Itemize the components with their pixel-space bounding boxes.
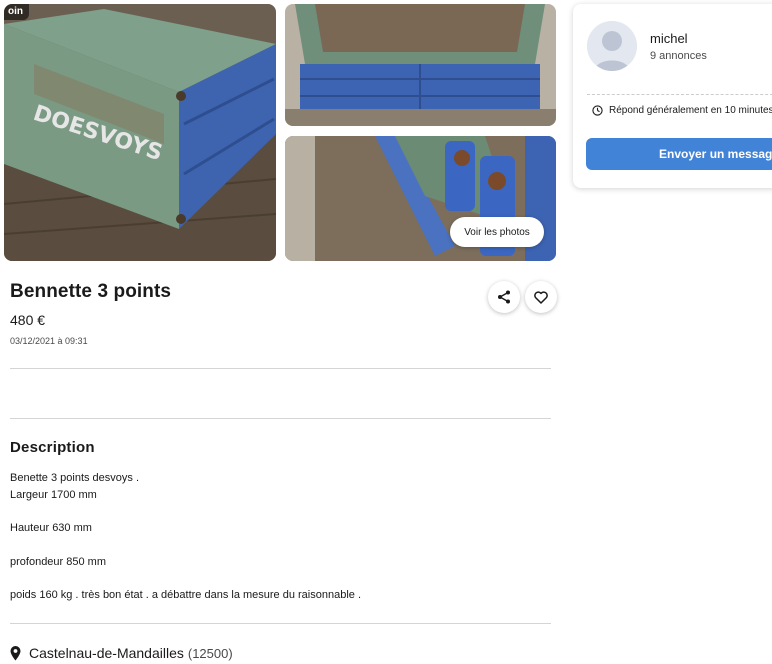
- description-line: Hauteur 630 mm: [10, 522, 92, 534]
- listing-price: 480 €: [10, 312, 46, 328]
- response-time: Répond généralement en 10 minutes: [592, 105, 772, 116]
- seller-listings-count[interactable]: 9 annonces: [650, 50, 707, 62]
- listing-title: Bennette 3 points: [10, 281, 172, 302]
- corner-label: oin: [4, 4, 29, 20]
- user-avatar-icon: [587, 21, 637, 71]
- thumbnail-photo[interactable]: [285, 4, 556, 126]
- share-icon: [498, 290, 510, 304]
- divider: [10, 418, 551, 419]
- response-time-text: Répond généralement en 10 minutes: [609, 105, 772, 116]
- listing-date: 03/12/2021 à 09:31: [10, 336, 88, 346]
- location-city: Castelnau-de-Mandailles: [29, 645, 184, 661]
- heart-icon: [534, 290, 548, 304]
- description-line: Largeur 1700 mm: [10, 489, 97, 501]
- main-photo[interactable]: DOESVOYS oin: [4, 4, 276, 261]
- description-line: profondeur 850 mm: [10, 556, 106, 568]
- divider: [587, 94, 772, 95]
- description-heading: Description: [10, 439, 95, 456]
- seller-name[interactable]: michel: [650, 31, 688, 46]
- seller-card: michel 9 annonces Répond généralement en…: [573, 4, 772, 188]
- location: Castelnau-de-Mandailles (12500): [10, 645, 233, 661]
- divider: [10, 623, 551, 624]
- share-button[interactable]: [488, 281, 520, 313]
- clock-icon: [592, 105, 603, 116]
- description-line: Benette 3 points desvoys .: [10, 472, 140, 484]
- avatar[interactable]: [587, 21, 637, 71]
- favorite-button[interactable]: [525, 281, 557, 313]
- thumbnail-photo[interactable]: Voir les photos: [285, 136, 556, 261]
- map-pin-icon: [10, 645, 21, 660]
- see-photos-button[interactable]: Voir les photos: [450, 217, 544, 247]
- location-zip: (12500): [187, 645, 233, 661]
- description-line: poids 160 kg . très bon état . a débattr…: [10, 589, 362, 601]
- send-message-button[interactable]: Envoyer un message: [586, 138, 772, 170]
- divider: [10, 368, 551, 369]
